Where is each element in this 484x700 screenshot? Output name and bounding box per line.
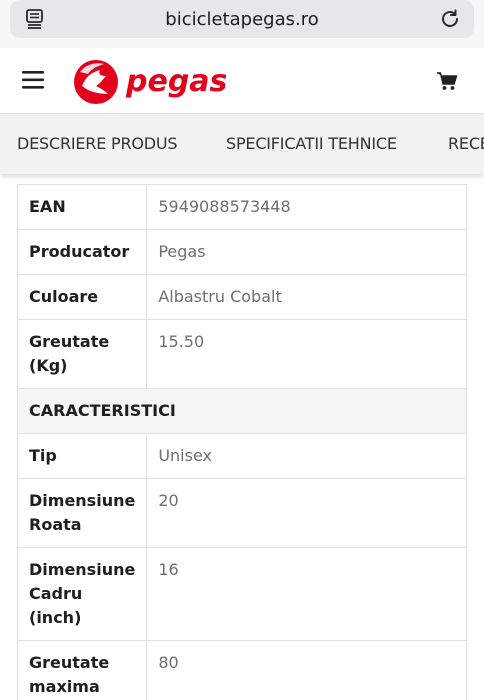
tab-specificatii-tehnice[interactable]: SPECIFICATII TEHNICE [226, 134, 397, 153]
spec-key: EAN [16, 184, 148, 230]
spec-value: 80 [146, 640, 467, 700]
table-row: Producator Pegas [16, 229, 467, 275]
table-row: Dimensiune Roata 20 [16, 478, 467, 548]
spec-value: 5949088573448 [146, 184, 467, 230]
spec-key: Tip [16, 433, 148, 479]
logo-text: pegas [125, 64, 227, 99]
spec-key: Culoare [16, 274, 148, 320]
shopping-cart-icon[interactable] [436, 70, 458, 92]
reload-icon[interactable] [438, 7, 462, 31]
address-bar[interactable]: bicicletapegas.ro [10, 0, 474, 38]
spec-key: Dimensiune Roata [16, 478, 148, 548]
section-header-row: CARACTERISTICI [17, 388, 467, 434]
spec-value: Pegas [146, 229, 467, 275]
table-row: EAN 5949088573448 [16, 184, 467, 230]
specs-content: EAN 5949088573448 Producator Pegas Culoa… [0, 174, 484, 700]
url-text[interactable]: bicicletapegas.ro [10, 9, 474, 30]
table-row: Culoare Albastru Cobalt [16, 274, 467, 320]
spec-key: Greutate (Kg) [16, 319, 148, 389]
spec-value: Albastru Cobalt [146, 274, 467, 320]
spec-value: 15.50 [146, 319, 467, 389]
site-header: pegas [0, 48, 484, 114]
table-row: Greutate (Kg) 15.50 [16, 319, 467, 389]
tab-descriere-produs[interactable]: DESCRIERE PRODUS [17, 134, 178, 153]
pegas-logo[interactable]: pegas [70, 56, 240, 108]
spec-key: Greutate maxima [16, 640, 148, 700]
spec-key: Producator [16, 229, 148, 275]
table-row: Tip Unisex [16, 433, 467, 479]
tab-recenzii[interactable]: RECE [448, 134, 484, 153]
spec-value: 20 [146, 478, 467, 548]
hamburger-menu-icon[interactable] [22, 70, 46, 90]
section-title: CARACTERISTICI [17, 388, 467, 434]
product-tabs: DESCRIERE PRODUS SPECIFICATII TEHNICE RE… [0, 114, 484, 174]
spec-value: Unisex [146, 433, 467, 479]
spec-key: Dimensiune Cadru (inch) [16, 547, 148, 641]
spec-value: 16 [146, 547, 467, 641]
table-row: Dimensiune Cadru (inch) 16 [16, 547, 467, 641]
specs-table: EAN 5949088573448 Producator Pegas Culoa… [16, 184, 467, 700]
table-row: Greutate maxima 80 [16, 640, 467, 700]
browser-toolbar: bicicletapegas.ro [0, 0, 484, 48]
